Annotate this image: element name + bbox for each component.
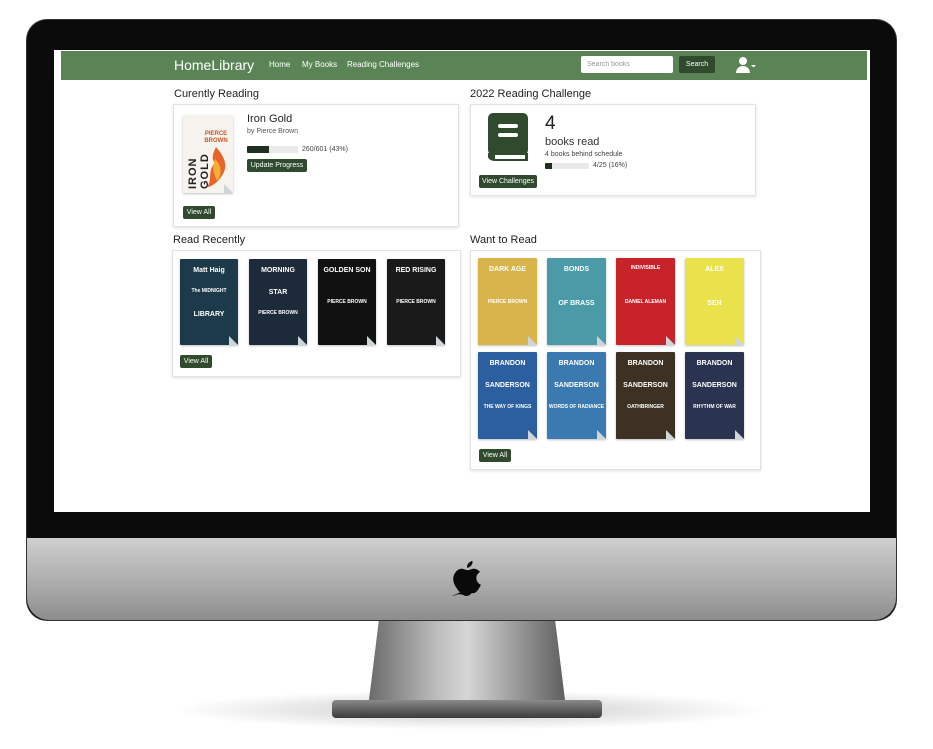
book-cover-text: Matt Haig	[193, 267, 225, 274]
book-cover-text: SEN	[707, 299, 722, 307]
want-to-read-book-cover[interactable]: ALEX SEN	[685, 258, 744, 345]
currently-reading-card: IRON GOLD PIERCE BROWN Iron Gold by Pier…	[173, 104, 459, 227]
challenge-progress-fill	[545, 163, 553, 169]
monitor-stand	[368, 612, 566, 708]
challenge-heading: 2022 Reading Challenge	[470, 88, 592, 100]
challenge-count: 4	[545, 113, 556, 134]
cover-author: PIERCE BROWN	[204, 131, 228, 144]
page-curl	[224, 184, 233, 193]
book-cover-text: DARK AGE	[488, 266, 527, 273]
page-curl	[597, 336, 606, 345]
book-cover-text: PIERCE BROWN	[396, 299, 436, 305]
imac-mockup: HomeLibrary Home My Books Reading Challe…	[0, 0, 933, 749]
search-button[interactable]: Search	[679, 56, 715, 73]
book-cover-text: PIERCE BROWN	[487, 298, 528, 305]
update-progress-button[interactable]: Update Progress	[247, 159, 307, 172]
book-cover-text: PIERCE BROWN	[327, 299, 367, 305]
want-to-read-book-cover[interactable]: BRANDON SANDERSON THE WAY OF KINGS	[478, 352, 537, 439]
book-cover-text: INDIVISIBLE	[630, 265, 661, 271]
want-to-read-book-cover[interactable]: DARK AGE PIERCE BROWN	[478, 258, 537, 345]
book-cover-text: BRANDON	[558, 360, 595, 367]
page-curl	[436, 336, 445, 345]
page-curl	[528, 336, 537, 345]
currently-reading-heading: Curently Reading	[174, 88, 259, 100]
want-to-read-card: View All DARK AGE PIERCE BROWN BONDS OF BRA…	[470, 250, 761, 470]
book-cover-text: OF BRASS	[558, 299, 595, 307]
page-curl	[528, 430, 537, 439]
want-to-read-book-cover[interactable]: BONDS OF BRASS	[547, 258, 606, 345]
read-recently-card: View All Matt Haig The MIDNIGHT LIBRARY MOR…	[172, 250, 461, 377]
read-recently-book-cover[interactable]: MORNING STAR PIERCE BROWN	[249, 259, 307, 345]
phoenix-art-icon	[207, 147, 226, 187]
app-screen: HomeLibrary Home My Books Reading Challe…	[54, 50, 870, 512]
nav-link-my-books[interactable]: My Books	[302, 60, 337, 69]
want-to-read-book-cover[interactable]: BRANDON SANDERSON OATHBRINGER	[616, 352, 675, 439]
read-recently-book-cover[interactable]: GOLDEN SON PIERCE BROWN	[318, 259, 376, 345]
book-cover-text: MORNING	[261, 267, 295, 274]
challenge-status: 4 books behind schedule	[545, 151, 623, 158]
read-recently-book-cover[interactable]: Matt Haig The MIDNIGHT LIBRARY	[180, 259, 238, 345]
book-cover-text: OATHBRINGER	[627, 403, 664, 410]
book-cover-text: SANDERSON	[692, 382, 737, 390]
want-to-read-book-cover[interactable]: BRANDON SANDERSON RHYTHM OF WAR	[685, 352, 744, 439]
want-to-read-view-all-button[interactable]: View All	[479, 449, 511, 462]
book-cover-text: ALEX	[705, 266, 724, 273]
monitor-stand-base	[332, 700, 602, 718]
book-cover-text: LIBRARY	[193, 311, 225, 318]
read-recently-book-cover[interactable]: RED RISING PIERCE BROWN	[387, 259, 445, 345]
currently-reading-view-all-button[interactable]: View All	[183, 206, 215, 219]
book-cover-text: DANIEL ALEMAN	[624, 298, 667, 305]
navbar: HomeLibrary Home My Books Reading Challe…	[61, 51, 867, 80]
read-recently-view-all-button[interactable]: View All	[180, 355, 212, 368]
nav-link-reading-challenges[interactable]: Reading Challenges	[347, 60, 419, 69]
book-cover-text: RHYTHM OF WAR	[693, 403, 736, 410]
book-cover-text: THE WAY OF KINGS	[483, 403, 532, 410]
reading-progress-text: 260/601 (43%)	[302, 146, 348, 153]
brand-logo[interactable]: HomeLibrary	[174, 57, 254, 73]
want-to-read-book-cover[interactable]: INDIVISIBLE DANIEL ALEMAN	[616, 258, 675, 345]
book-cover-text: SANDERSON	[623, 382, 668, 390]
book-icon	[488, 113, 528, 161]
challenge-progress-text: 4/25 (16%)	[593, 162, 628, 169]
page-curl	[597, 430, 606, 439]
book-cover-text: BRANDON	[627, 360, 664, 367]
book-cover-text: BRANDON	[489, 360, 526, 367]
apple-logo-icon	[452, 561, 481, 596]
book-cover-text: PIERCE BROWN	[258, 310, 298, 316]
page-curl	[666, 336, 675, 345]
book-cover-text: RED RISING	[395, 267, 437, 274]
nav-link-home[interactable]: Home	[269, 60, 290, 69]
want-to-read-heading: Want to Read	[470, 234, 537, 246]
book-cover-text: SANDERSON	[485, 382, 530, 390]
book-cover-text: GOLDEN SON	[323, 267, 371, 274]
page-curl	[229, 336, 238, 345]
current-book-title[interactable]: Iron Gold	[247, 113, 292, 125]
book-cover-text: STAR	[268, 289, 288, 296]
page-curl	[367, 336, 376, 345]
page-curl	[735, 336, 744, 345]
book-cover-text: SANDERSON	[554, 382, 599, 390]
reading-progress-fill	[247, 146, 269, 153]
book-cover-text: The MIDNIGHT	[191, 288, 227, 294]
book-cover-text: WORDS OF RADIANCE	[548, 403, 605, 410]
challenge-progress-bar	[545, 163, 589, 169]
book-cover-text: BRANDON	[696, 360, 733, 367]
page-curl	[298, 336, 307, 345]
current-book-author: by Pierce Brown	[247, 128, 298, 135]
iron-gold-cover[interactable]: IRON GOLD PIERCE BROWN	[183, 115, 233, 193]
search-input[interactable]	[581, 56, 673, 73]
read-recently-heading: Read Recently	[173, 234, 246, 246]
user-menu-icon[interactable]	[736, 56, 756, 74]
view-challenges-button[interactable]: View Challenges	[479, 175, 537, 188]
challenge-card: 4 books read 4 books behind schedule 4/2…	[470, 104, 756, 196]
reading-progress-bar	[247, 146, 298, 153]
challenge-count-label: books read	[545, 136, 600, 148]
book-cover-text: BONDS	[563, 266, 590, 273]
want-to-read-book-cover[interactable]: BRANDON SANDERSON WORDS OF RADIANCE	[547, 352, 606, 439]
cover-title: IRON GOLD	[187, 153, 211, 189]
page-curl	[666, 430, 675, 439]
page-curl	[735, 430, 744, 439]
